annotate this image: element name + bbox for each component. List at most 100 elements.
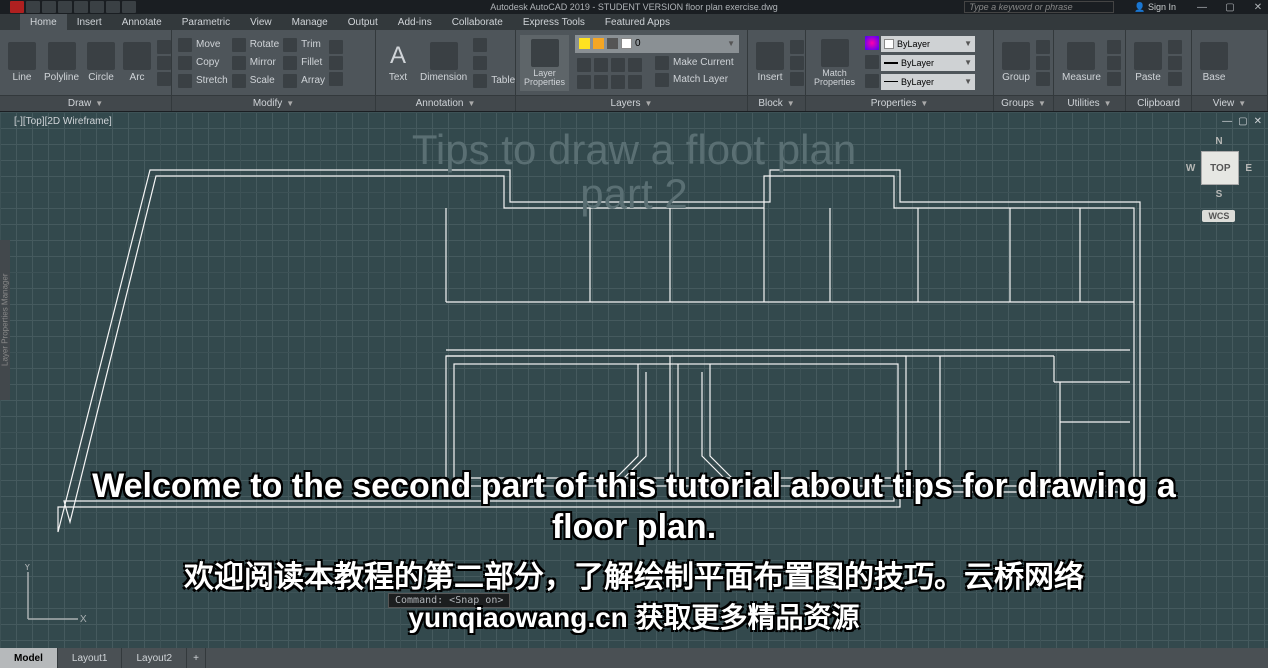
line-tool[interactable]: Line xyxy=(4,42,40,83)
linetype-dropdown[interactable]: ByLayer▼ xyxy=(881,74,975,90)
viewcube-top[interactable]: TOP xyxy=(1201,151,1239,185)
panel-draw-title[interactable]: Draw ▼ xyxy=(0,95,171,111)
mirror-tool[interactable]: Mirror xyxy=(232,56,279,70)
array-tool[interactable]: Array xyxy=(283,74,325,88)
lineweight-icon[interactable] xyxy=(865,55,879,69)
tab-express-tools[interactable]: Express Tools xyxy=(513,14,595,30)
drawing-viewport[interactable]: [-][Top][2D Wireframe] — ▢ ✕ xyxy=(0,112,1268,648)
tab-insert[interactable]: Insert xyxy=(67,14,112,30)
viewcube-e[interactable]: E xyxy=(1245,163,1252,174)
modify-extra-3-icon[interactable] xyxy=(329,72,343,86)
group-mi-1[interactable] xyxy=(1036,40,1050,54)
viewport-label[interactable]: [-][Top][2D Wireframe] xyxy=(14,116,112,127)
layer-mi-6[interactable] xyxy=(594,75,608,89)
block-mi-1[interactable] xyxy=(790,40,804,54)
undo-icon[interactable] xyxy=(106,1,120,13)
search-input[interactable]: Type a keyword or phrase xyxy=(964,1,1114,13)
panel-view-title[interactable]: View ▼ xyxy=(1192,95,1267,111)
measure-tool[interactable]: Measure xyxy=(1058,42,1105,83)
util-mi-3[interactable] xyxy=(1107,72,1121,86)
layer-manager-tab[interactable]: Layer Properties Manager xyxy=(0,240,10,400)
tab-annotate[interactable]: Annotate xyxy=(112,14,172,30)
open-icon[interactable] xyxy=(42,1,56,13)
viewcube-w[interactable]: W xyxy=(1186,163,1195,174)
viewcube[interactable]: N W TOP E S WCS xyxy=(1186,136,1252,222)
group-mi-3[interactable] xyxy=(1036,72,1050,86)
rotate-tool[interactable]: Rotate xyxy=(232,38,279,52)
layer-mi-5[interactable] xyxy=(577,75,591,89)
tab-addins[interactable]: Add-ins xyxy=(388,14,442,30)
panel-block-title[interactable]: Block ▼ xyxy=(748,95,805,111)
panel-utilities-title[interactable]: Utilities ▼ xyxy=(1054,95,1125,111)
circle-tool[interactable]: Circle xyxy=(83,42,119,83)
trim-tool[interactable]: Trim xyxy=(283,38,325,52)
lineweight-dropdown[interactable]: ByLayer▼ xyxy=(881,55,975,71)
clip-mi-3[interactable] xyxy=(1168,72,1182,86)
tab-layout2[interactable]: Layout2 xyxy=(122,648,187,668)
tab-featured-apps[interactable]: Featured Apps xyxy=(595,14,680,30)
clip-mi-2[interactable] xyxy=(1168,56,1182,70)
maximize-button[interactable]: ▢ xyxy=(1224,2,1236,13)
tab-view[interactable]: View xyxy=(240,14,282,30)
layer-mi-3[interactable] xyxy=(611,58,625,72)
app-icon[interactable] xyxy=(10,1,24,13)
modify-extra-2-icon[interactable] xyxy=(329,56,343,70)
fillet-tool[interactable]: Fillet xyxy=(283,56,325,70)
make-current-tool[interactable]: Make Current xyxy=(655,56,734,70)
minimize-button[interactable]: — xyxy=(1196,2,1208,13)
layer-mi-8[interactable] xyxy=(628,75,642,89)
stretch-tool[interactable]: Stretch xyxy=(178,74,228,88)
saveas-icon[interactable] xyxy=(74,1,88,13)
plot-icon[interactable] xyxy=(90,1,104,13)
block-mi-3[interactable] xyxy=(790,72,804,86)
tab-model[interactable]: Model xyxy=(0,648,58,668)
save-icon[interactable] xyxy=(58,1,72,13)
clip-mi-1[interactable] xyxy=(1168,40,1182,54)
dimension-tool[interactable]: Dimension xyxy=(416,42,471,83)
panel-layers-title[interactable]: Layers ▼ xyxy=(516,95,747,111)
add-layout-button[interactable]: + xyxy=(187,648,206,668)
annot-extra-2-icon[interactable] xyxy=(473,56,487,70)
layer-mi-4[interactable] xyxy=(628,58,642,72)
modify-extra-1-icon[interactable] xyxy=(329,40,343,54)
tab-collaborate[interactable]: Collaborate xyxy=(442,14,513,30)
vp-maximize[interactable]: ▢ xyxy=(1238,116,1247,127)
tab-home[interactable]: Home xyxy=(20,14,67,30)
close-button[interactable]: ✕ xyxy=(1252,2,1264,13)
vp-close[interactable]: ✕ xyxy=(1254,116,1262,127)
annot-extra-1-icon[interactable] xyxy=(473,38,487,52)
tab-layout1[interactable]: Layout1 xyxy=(58,648,123,668)
group-tool[interactable]: Group xyxy=(998,42,1034,83)
viewcube-n[interactable]: N xyxy=(1186,136,1252,147)
tab-output[interactable]: Output xyxy=(338,14,388,30)
base-view-tool[interactable]: Base xyxy=(1196,42,1232,83)
redo-icon[interactable] xyxy=(122,1,136,13)
draw-extra-1-icon[interactable] xyxy=(157,40,171,54)
tab-manage[interactable]: Manage xyxy=(282,14,338,30)
sign-in-button[interactable]: 👤 Sign In xyxy=(1134,2,1176,13)
match-layer-tool[interactable]: Match Layer xyxy=(655,73,734,87)
tab-parametric[interactable]: Parametric xyxy=(172,14,240,30)
copy-tool[interactable]: Copy xyxy=(178,56,228,70)
util-mi-2[interactable] xyxy=(1107,56,1121,70)
draw-extra-2-icon[interactable] xyxy=(157,56,171,70)
layer-dropdown[interactable]: 0 ▼ xyxy=(575,35,739,53)
layer-mi-2[interactable] xyxy=(594,58,608,72)
color-dropdown[interactable]: ByLayer▼ xyxy=(881,36,975,52)
wcs-badge[interactable]: WCS xyxy=(1202,210,1235,222)
layer-mi-7[interactable] xyxy=(611,75,625,89)
util-mi-1[interactable] xyxy=(1107,40,1121,54)
panel-properties-title[interactable]: Properties ▼ xyxy=(806,95,993,111)
group-mi-2[interactable] xyxy=(1036,56,1050,70)
new-icon[interactable] xyxy=(26,1,40,13)
panel-modify-title[interactable]: Modify ▼ xyxy=(172,95,375,111)
scale-tool[interactable]: Scale xyxy=(232,74,279,88)
table-tool[interactable]: Table xyxy=(473,74,515,88)
layer-properties-tool[interactable]: LayerProperties xyxy=(520,35,569,91)
color-picker-icon[interactable] xyxy=(865,36,879,50)
insert-block-tool[interactable]: Insert xyxy=(752,42,788,83)
match-properties-tool[interactable]: MatchProperties xyxy=(810,39,859,87)
viewcube-s[interactable]: S xyxy=(1186,189,1252,200)
vp-minimize[interactable]: — xyxy=(1222,116,1232,127)
block-mi-2[interactable] xyxy=(790,56,804,70)
